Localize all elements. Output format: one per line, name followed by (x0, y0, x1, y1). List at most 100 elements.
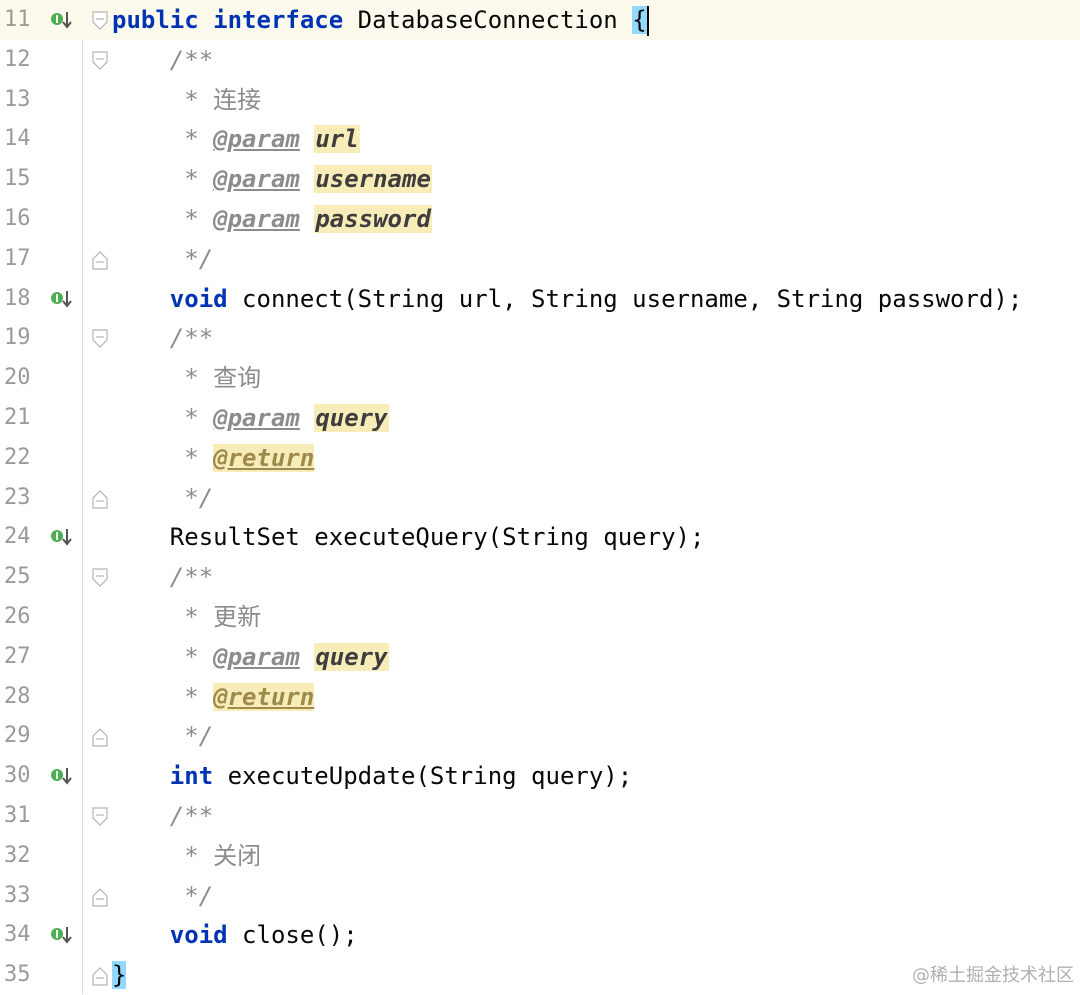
line-number[interactable]: 17 (4, 239, 44, 279)
code-line[interactable]: 20 * 查询 (0, 358, 1080, 398)
line-number[interactable]: 31 (4, 796, 44, 836)
code-editor[interactable]: 11 public interface DatabaseConnection {1… (0, 0, 1080, 994)
code-text[interactable]: * @param password (112, 199, 432, 239)
code-line[interactable]: 16 * @param password (0, 199, 1080, 239)
code-text[interactable]: public interface DatabaseConnection { (112, 0, 649, 40)
line-number[interactable]: 24 (4, 517, 44, 557)
code-line[interactable]: 26 * 更新 (0, 597, 1080, 637)
code-line[interactable]: 22 * @return (0, 438, 1080, 478)
javadoc-tag: @param (213, 165, 300, 194)
code-text[interactable]: * @param query (112, 637, 389, 677)
code-text[interactable]: */ (112, 716, 213, 756)
fold-close-icon[interactable] (91, 727, 109, 747)
code-text[interactable]: ResultSet executeQuery(String query); (112, 517, 705, 557)
code-text[interactable]: * @param url (112, 119, 360, 159)
code-text[interactable]: int executeUpdate(String query); (112, 756, 632, 796)
code-line[interactable]: 23 */ (0, 478, 1080, 518)
code-text[interactable]: */ (112, 876, 213, 916)
implemented-icon[interactable] (50, 766, 74, 786)
fold-open-icon[interactable] (91, 568, 109, 588)
code-text[interactable]: * 查询 (112, 358, 261, 398)
code-line[interactable]: 25 /** (0, 557, 1080, 597)
code-text[interactable]: /** (112, 318, 213, 358)
line-number[interactable]: 28 (4, 677, 44, 717)
line-number[interactable]: 13 (4, 80, 44, 120)
implemented-icon[interactable] (50, 527, 74, 547)
implemented-icon[interactable] (50, 10, 74, 30)
code-token: * (184, 443, 214, 472)
code-token: * 连接 (184, 85, 262, 114)
fold-close-icon[interactable] (91, 250, 109, 270)
param-name: username (314, 165, 432, 194)
code-line[interactable]: 15 * @param username (0, 159, 1080, 199)
code-text[interactable]: /** (112, 557, 213, 597)
code-line[interactable]: 13 * 连接 (0, 80, 1080, 120)
code-line[interactable]: 28 * @return (0, 677, 1080, 717)
line-number[interactable]: 26 (4, 597, 44, 637)
line-number[interactable]: 14 (4, 119, 44, 159)
line-number[interactable]: 34 (4, 915, 44, 955)
code-text[interactable]: * 更新 (112, 597, 261, 637)
line-number[interactable]: 22 (4, 438, 44, 478)
fold-open-icon[interactable] (91, 807, 109, 827)
fold-open-icon[interactable] (91, 11, 109, 31)
code-line[interactable]: 18 void connect(String url, String usern… (0, 279, 1080, 319)
line-number[interactable]: 19 (4, 318, 44, 358)
code-line[interactable]: 24 ResultSet executeQuery(String query); (0, 517, 1080, 557)
fold-close-icon[interactable] (91, 489, 109, 509)
line-number[interactable]: 29 (4, 716, 44, 756)
line-number[interactable]: 21 (4, 398, 44, 438)
line-number[interactable]: 11 (4, 0, 44, 40)
line-number[interactable]: 23 (4, 478, 44, 518)
fold-open-icon[interactable] (91, 329, 109, 349)
code-token: * 关闭 (184, 841, 262, 870)
code-line[interactable]: 34 void close(); (0, 915, 1080, 955)
line-number[interactable]: 18 (4, 279, 44, 319)
code-text[interactable]: * @param username (112, 159, 432, 199)
watermark: @稀土掘金技术社区 (912, 965, 1074, 986)
code-token: executeUpdate(String query); (213, 762, 633, 791)
code-text[interactable]: * @return (112, 438, 315, 478)
code-text[interactable]: * @return (112, 677, 315, 717)
line-number[interactable]: 30 (4, 756, 44, 796)
code-line[interactable]: 31 /** (0, 796, 1080, 836)
code-line[interactable]: 30 int executeUpdate(String query); (0, 756, 1080, 796)
code-line[interactable]: 29 */ (0, 716, 1080, 756)
code-text[interactable]: /** (112, 796, 213, 836)
line-number[interactable]: 12 (4, 40, 44, 80)
code-text[interactable]: void close(); (112, 915, 358, 955)
code-line[interactable]: 32 * 关闭 (0, 836, 1080, 876)
implemented-icon[interactable] (50, 925, 74, 945)
line-number[interactable]: 27 (4, 637, 44, 677)
code-text[interactable]: * 关闭 (112, 836, 261, 876)
code-token: /** (169, 563, 214, 592)
code-text[interactable]: */ (112, 478, 213, 518)
line-number[interactable]: 20 (4, 358, 44, 398)
code-text[interactable]: * @param query (112, 398, 389, 438)
code-line[interactable]: 12 /** (0, 40, 1080, 80)
code-text[interactable]: * 连接 (112, 80, 261, 120)
line-number[interactable]: 35 (4, 955, 44, 995)
implemented-icon[interactable] (50, 289, 74, 309)
line-number[interactable]: 33 (4, 876, 44, 916)
code-line[interactable]: 19 /** (0, 318, 1080, 358)
code-line[interactable]: 17 */ (0, 239, 1080, 279)
fold-open-icon[interactable] (91, 51, 109, 71)
code-text[interactable]: } (112, 955, 127, 995)
line-number[interactable]: 32 (4, 836, 44, 876)
line-number[interactable]: 16 (4, 199, 44, 239)
code-text[interactable]: /** (112, 40, 213, 80)
line-number[interactable]: 15 (4, 159, 44, 199)
code-text[interactable]: void connect(String url, String username… (112, 279, 1023, 319)
code-line[interactable]: 14 * @param url (0, 119, 1080, 159)
fold-close-icon[interactable] (91, 887, 109, 907)
code-line[interactable]: 33 */ (0, 876, 1080, 916)
code-line[interactable]: 27 * @param query (0, 637, 1080, 677)
fold-close-icon[interactable] (91, 966, 109, 986)
code-token: DatabaseConnection (343, 6, 633, 34)
code-line[interactable]: 21 * @param query (0, 398, 1080, 438)
code-line[interactable]: 11 public interface DatabaseConnection { (0, 0, 1080, 40)
line-number[interactable]: 25 (4, 557, 44, 597)
code-text[interactable]: */ (112, 239, 213, 279)
